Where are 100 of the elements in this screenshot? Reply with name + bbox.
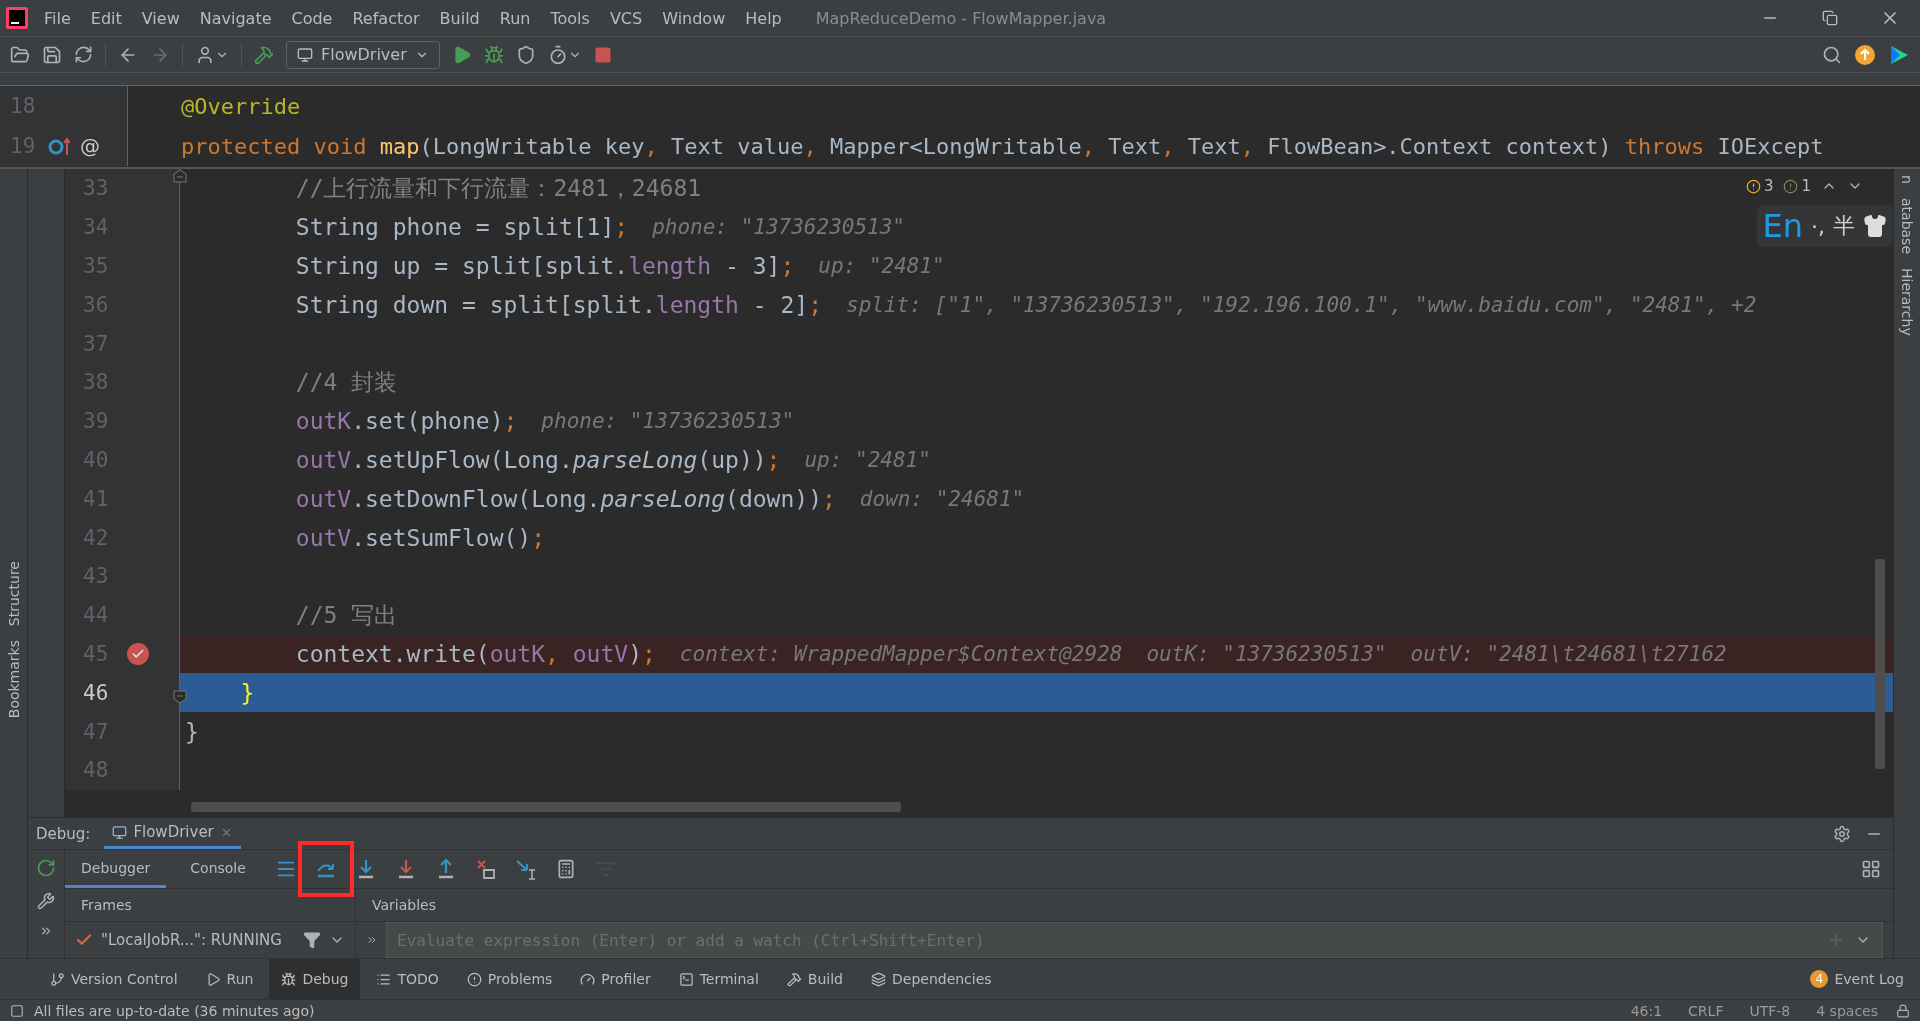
side-tab[interactable]: n <box>1899 175 1915 184</box>
ime-mode[interactable]: En <box>1762 207 1803 245</box>
warning-count[interactable]: 3 <box>1745 177 1774 195</box>
code-text: //5 写出 <box>295 600 398 630</box>
inline-value-hint: down: "24681" <box>859 486 1025 511</box>
session-tab[interactable]: FlowDriver <box>104 818 241 849</box>
tool-window-button[interactable]: TODO <box>364 959 451 999</box>
code-text: //上行流量和下行流量：2481，24681 <box>295 173 702 203</box>
variables-title: Variables <box>372 897 436 913</box>
code-text: outV.setSumFlow(); <box>295 524 546 551</box>
app-logo <box>6 7 28 29</box>
highlight-frame <box>297 841 354 897</box>
shirt-icon[interactable] <box>1863 214 1887 238</box>
menu-item[interactable]: File <box>34 8 81 28</box>
search-icon[interactable] <box>1822 44 1842 65</box>
update-icon[interactable] <box>1854 43 1876 66</box>
ime-width[interactable]: 半 <box>1833 211 1855 241</box>
inline-value-hint: context: WrappedMapper$Context@2928 <box>679 641 1123 666</box>
tool-window-button[interactable]: Dependencies <box>859 959 1004 999</box>
code-text: String phone = split[1]; <box>295 214 629 241</box>
tool-window-button[interactable]: Run <box>193 959 266 999</box>
menu-item[interactable]: VCS <box>599 8 653 28</box>
code-text: } <box>185 718 199 745</box>
folder-icon[interactable] <box>10 44 30 65</box>
menu-item[interactable]: Build <box>429 8 490 28</box>
code-text: //4 封装 <box>295 367 398 397</box>
toolbox-logo-icon[interactable] <box>1888 43 1910 66</box>
thread-label[interactable]: "LocalJobR...": RUNNING <box>101 931 282 949</box>
code-text: @Override <box>181 93 301 119</box>
tool-window-button[interactable]: Build <box>774 959 855 999</box>
debug-icon[interactable] <box>483 44 504 65</box>
side-tab[interactable]: Hierarchy <box>1899 267 1915 336</box>
side-tab[interactable]: Structure <box>5 560 22 626</box>
horizontal-scrollbar[interactable] <box>191 801 901 812</box>
monitor-icon <box>297 46 313 63</box>
status-message: All files are up-to-date (36 minutes ago) <box>34 1002 315 1019</box>
inline-value-hint: phone: "13736230513" <box>652 215 905 240</box>
line-separator[interactable]: CRLF <box>1680 1002 1732 1019</box>
filter-icon[interactable] <box>303 931 321 949</box>
annotation-marker[interactable]: @ <box>80 134 100 158</box>
code-text: outV.setUpFlow(Long.parseLong(up)); <box>295 446 781 473</box>
file-encoding[interactable]: UTF-8 <box>1741 1002 1799 1019</box>
inline-value-hint: split: ["1", "13736230513", "192.196.100.1", "www.baidu.com", "2481", +2 <box>846 292 1757 317</box>
fold-marker-icon[interactable] <box>173 169 187 183</box>
run-configuration-dropdown[interactable]: FlowDriver <box>286 40 440 69</box>
debugger-tab[interactable]: Debugger <box>65 850 167 888</box>
override-icon[interactable] <box>48 135 72 157</box>
code-text: String up = split[split.length - 3]; <box>295 253 795 279</box>
panel-toggle-icon[interactable] <box>10 1003 24 1018</box>
terminal-icon <box>678 971 694 987</box>
code-text: String down = split[split.length - 2]; <box>295 291 822 318</box>
debug-icon <box>281 971 297 987</box>
user-dropdown-icon[interactable] <box>195 44 229 65</box>
ime-punctuation[interactable]: ·, <box>1811 213 1825 239</box>
indent-setting[interactable]: 4 spaces <box>1808 1002 1886 1019</box>
save-icon[interactable] <box>42 44 62 65</box>
side-tab[interactable]: Bookmarks <box>5 639 22 718</box>
menu-item[interactable]: Run <box>489 8 541 28</box>
menu-item[interactable]: Tools <box>540 8 600 28</box>
hammer-icon[interactable] <box>254 44 274 65</box>
code-text: outK.set(phone); <box>295 408 518 435</box>
tool-window-button[interactable]: Terminal <box>666 959 771 999</box>
line-number: 46 <box>83 680 110 705</box>
menu-item[interactable]: Help <box>735 8 792 28</box>
fold-marker-icon[interactable] <box>173 690 187 705</box>
more-icon[interactable] <box>39 924 53 938</box>
tool-window-button[interactable]: Problems <box>454 959 565 999</box>
event-log-button[interactable]: 4 Event Log <box>1804 969 1910 989</box>
menu-item[interactable]: Navigate <box>189 8 282 28</box>
side-tab[interactable]: atabase <box>1899 197 1915 254</box>
layout-icon[interactable] <box>1861 859 1881 879</box>
frames-title: Frames <box>81 897 132 913</box>
breakpoint-icon[interactable] <box>127 642 149 665</box>
menu-item[interactable]: Window <box>652 8 736 28</box>
problems-icon <box>466 971 482 987</box>
settings-icon[interactable] <box>1833 824 1851 843</box>
weak-warning-count[interactable]: 1 <box>1783 177 1811 195</box>
vertical-scrollbar[interactable] <box>1875 559 1885 769</box>
tool-window-button[interactable]: Debug <box>269 959 361 999</box>
lock-icon[interactable] <box>1896 1003 1910 1018</box>
code-text: context.write(outK, outV); <box>295 640 656 667</box>
menu-item[interactable]: Refactor <box>342 8 430 28</box>
wrench-icon[interactable] <box>37 892 55 910</box>
tool-window-button[interactable]: Version Control <box>38 959 190 999</box>
inline-value-hint: up: "2481" <box>804 447 931 472</box>
inline-value-hint: outK: "13736230513" <box>1146 641 1387 666</box>
inline-value-hint: outV: "2481\t24681\t27162 <box>1410 641 1727 666</box>
more-icon[interactable] <box>366 934 378 946</box>
profiler-icon <box>580 971 596 987</box>
refresh-icon[interactable] <box>74 45 93 64</box>
rerun-icon[interactable] <box>36 858 56 878</box>
menu-item[interactable]: View <box>131 8 190 28</box>
caret-position[interactable]: 46:1 <box>1622 1002 1671 1019</box>
debugger-tab[interactable]: Console <box>174 850 262 888</box>
tool-window-button[interactable]: Profiler <box>568 959 663 999</box>
inline-value-hint: phone: "13736230513" <box>541 409 795 434</box>
menu-item[interactable]: Code <box>281 8 343 28</box>
stop-icon[interactable] <box>593 45 612 64</box>
build-icon <box>786 971 802 987</box>
menu-item[interactable]: Edit <box>80 8 132 28</box>
